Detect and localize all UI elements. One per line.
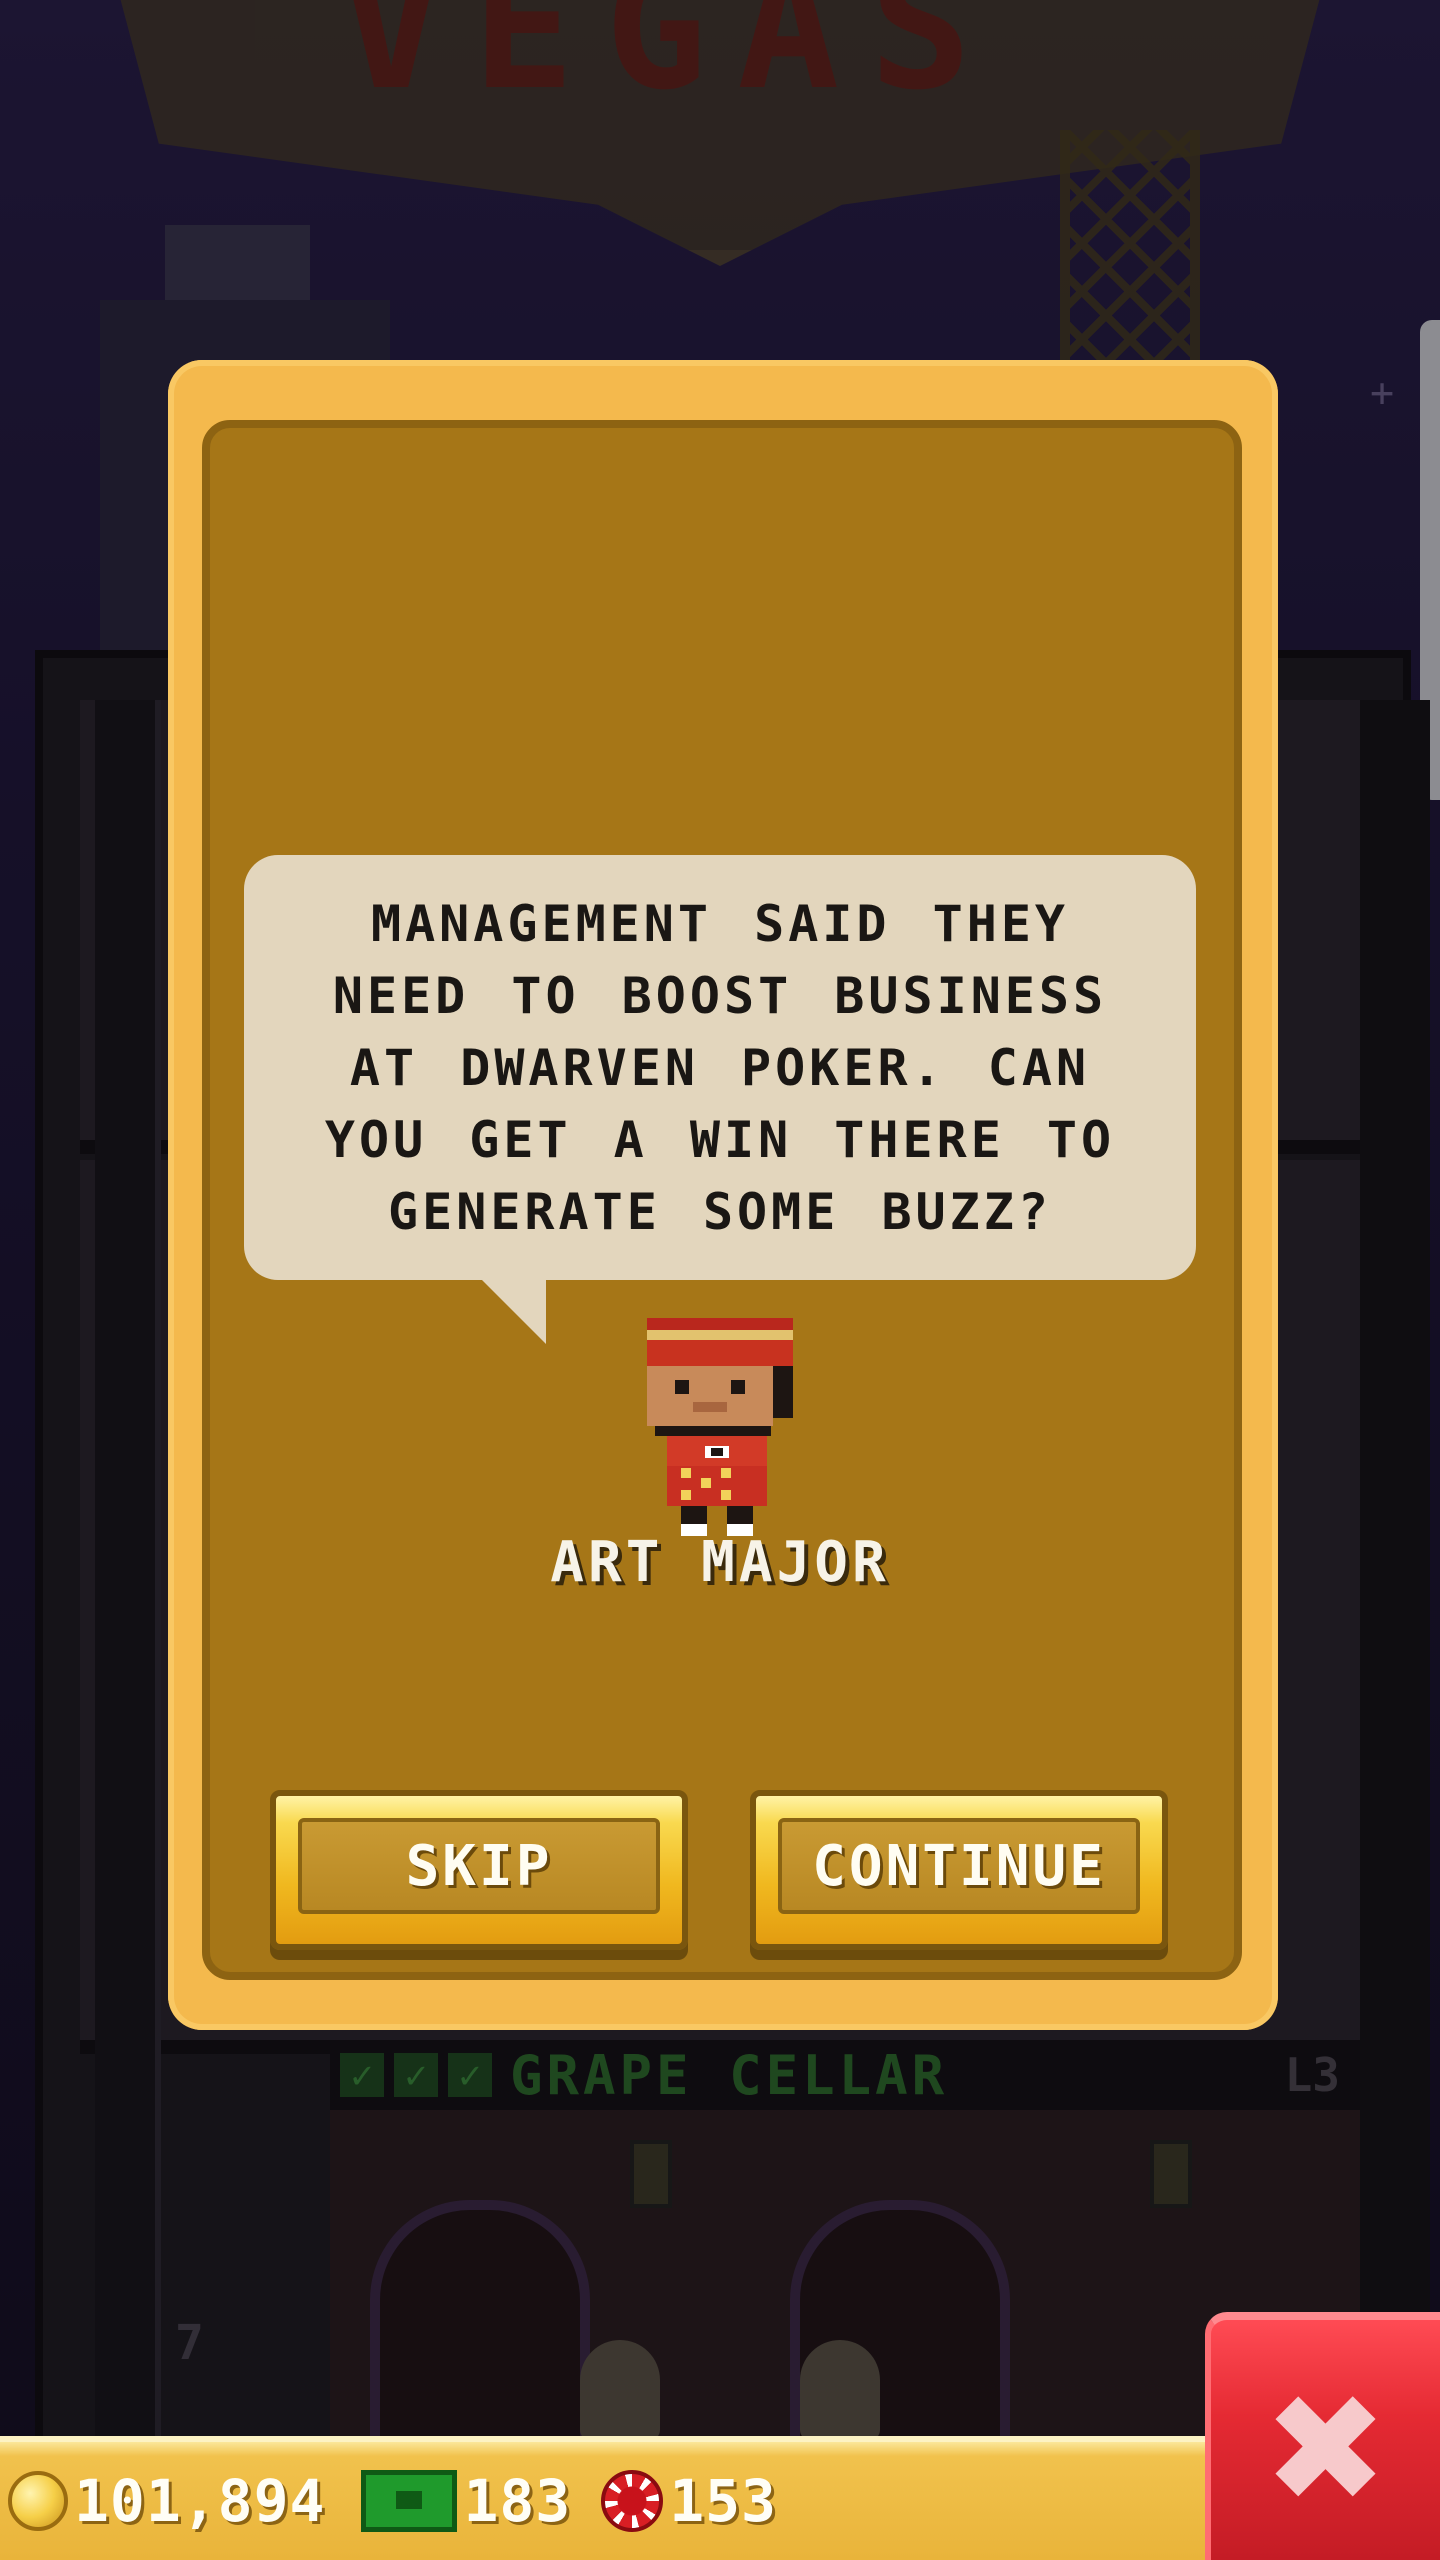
bux-value: 183 bbox=[463, 2467, 572, 2535]
continue-button-label: CONTINUE bbox=[812, 1833, 1106, 1899]
close-icon: ✖ bbox=[1262, 2363, 1389, 2537]
coin-icon bbox=[8, 2471, 68, 2531]
currency-bar: 101,894 183 153 bbox=[0, 2436, 1205, 2560]
skip-button[interactable]: SKIP bbox=[270, 1790, 688, 1950]
character-name: ART MAJOR bbox=[550, 1530, 890, 1595]
coins-value: 101,894 bbox=[74, 2467, 326, 2535]
speech-bubble-tail bbox=[480, 1278, 546, 1344]
chip-icon bbox=[601, 2470, 664, 2532]
bellhop-character bbox=[647, 1318, 793, 1536]
chips-value: 153 bbox=[669, 2467, 777, 2535]
close-button[interactable]: ✖ bbox=[1205, 2312, 1440, 2560]
speech-text: MANAGEMENT SAID THEY NEED TO BOOST BUSIN… bbox=[324, 894, 1116, 1241]
skip-button-face: SKIP bbox=[298, 1818, 660, 1914]
skip-button-label: SKIP bbox=[405, 1833, 553, 1899]
continue-button-face: CONTINUE bbox=[778, 1818, 1140, 1914]
bux-icon bbox=[361, 2470, 458, 2532]
game-screen: VEGAS + 00 L3 L3 ✓ ✓ ✓ GRAPE CELLAR L3 7… bbox=[0, 0, 1440, 2560]
speech-bubble: MANAGEMENT SAID THEY NEED TO BOOST BUSIN… bbox=[244, 855, 1196, 1280]
continue-button[interactable]: CONTINUE bbox=[750, 1790, 1168, 1950]
